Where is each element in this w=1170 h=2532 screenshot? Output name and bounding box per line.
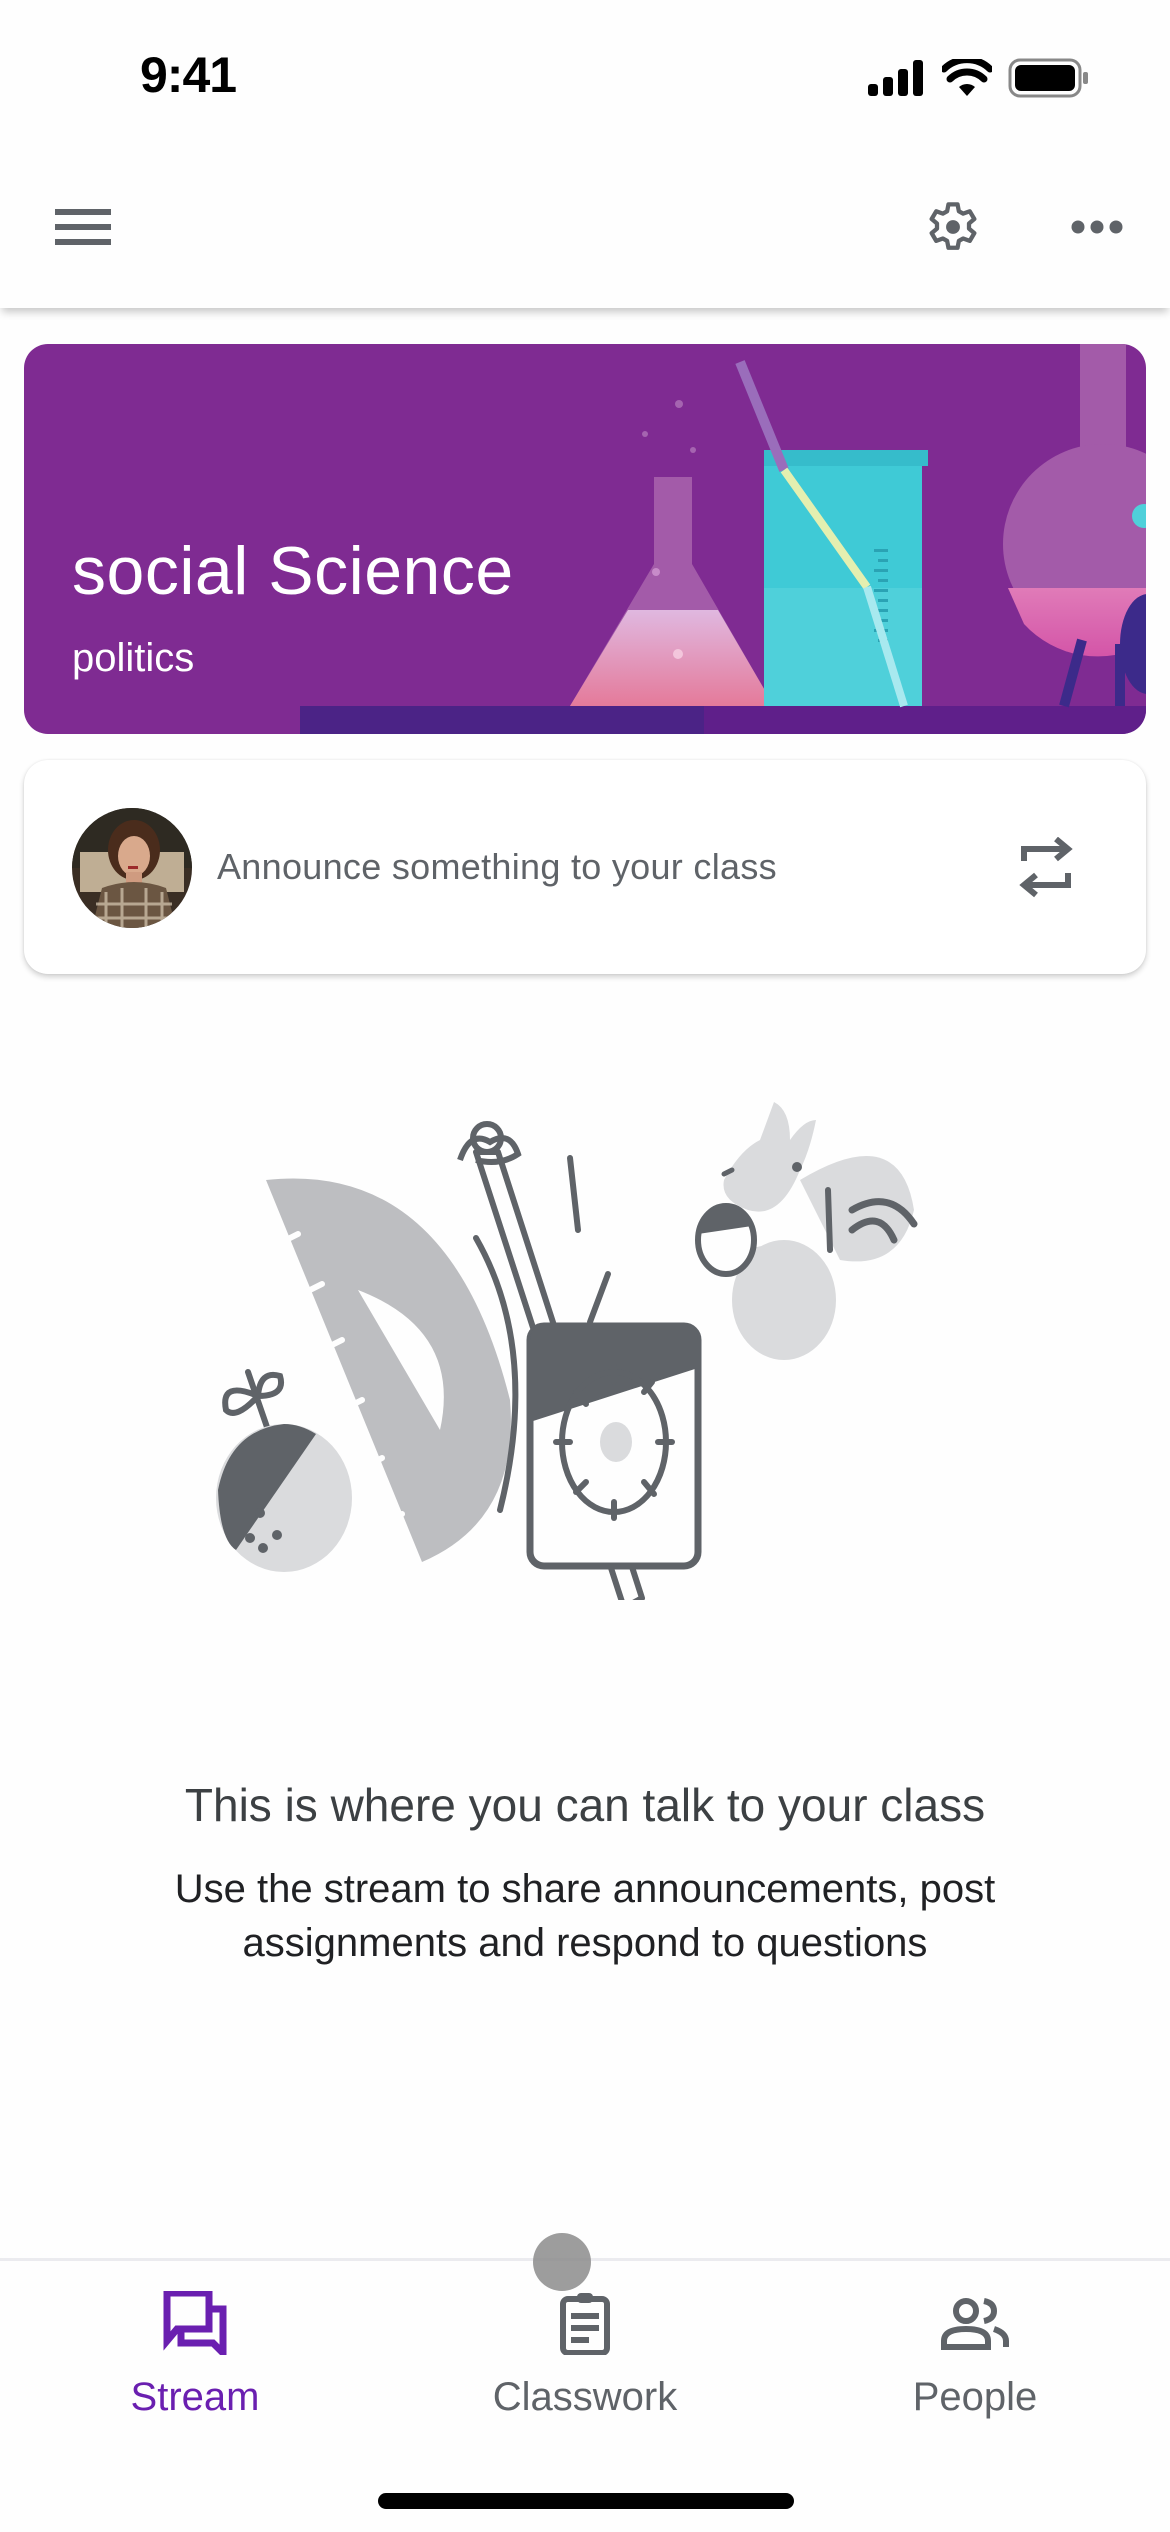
empty-state-title: This is where you can talk to your class <box>184 1779 986 1831</box>
app-bar <box>0 150 1170 308</box>
wifi-icon <box>940 56 994 102</box>
empty-state-description: Use the stream to share announcements, p… <box>174 1867 996 1965</box>
people-icon <box>940 2291 1010 2355</box>
menu-button[interactable] <box>38 184 128 274</box>
tab-people-label: People <box>912 2375 1038 2419</box>
more-horizontal-icon <box>1071 219 1123 240</box>
status-bar: 9:41 <box>0 0 1170 150</box>
status-icons <box>868 56 1090 103</box>
announce-card[interactable]: Announce something to your class <box>24 760 1146 974</box>
stream-icon <box>163 2291 227 2355</box>
tab-stream[interactable]: Stream <box>0 2261 390 2441</box>
user-avatar <box>72 808 192 928</box>
more-options-button[interactable] <box>1052 184 1142 274</box>
empty-state-illustration <box>200 1100 960 1611</box>
classwork-icon <box>559 2291 611 2355</box>
battery-icon <box>1008 58 1090 103</box>
class-section: politics <box>72 636 195 680</box>
tab-classwork[interactable]: Classwork <box>390 2261 780 2441</box>
repost-icon <box>1018 836 1074 904</box>
menu-icon <box>55 205 111 254</box>
settings-button[interactable] <box>908 184 998 274</box>
announce-input[interactable]: Announce something to your class <box>217 846 777 888</box>
signal-icon <box>868 60 926 101</box>
home-indicator[interactable] <box>378 2493 794 2509</box>
gear-icon <box>921 195 985 264</box>
class-title: social Science <box>72 533 514 609</box>
bottom-nav: Stream Classwork People <box>0 2258 1170 2532</box>
class-banner[interactable]: social Science politics <box>24 344 1146 734</box>
tab-stream-label: Stream <box>130 2375 260 2419</box>
status-time: 9:41 <box>140 47 237 103</box>
touch-indicator <box>533 2233 591 2291</box>
tab-people[interactable]: People <box>780 2261 1170 2441</box>
repost-button[interactable] <box>1006 830 1086 910</box>
tab-classwork-label: Classwork <box>492 2375 678 2419</box>
